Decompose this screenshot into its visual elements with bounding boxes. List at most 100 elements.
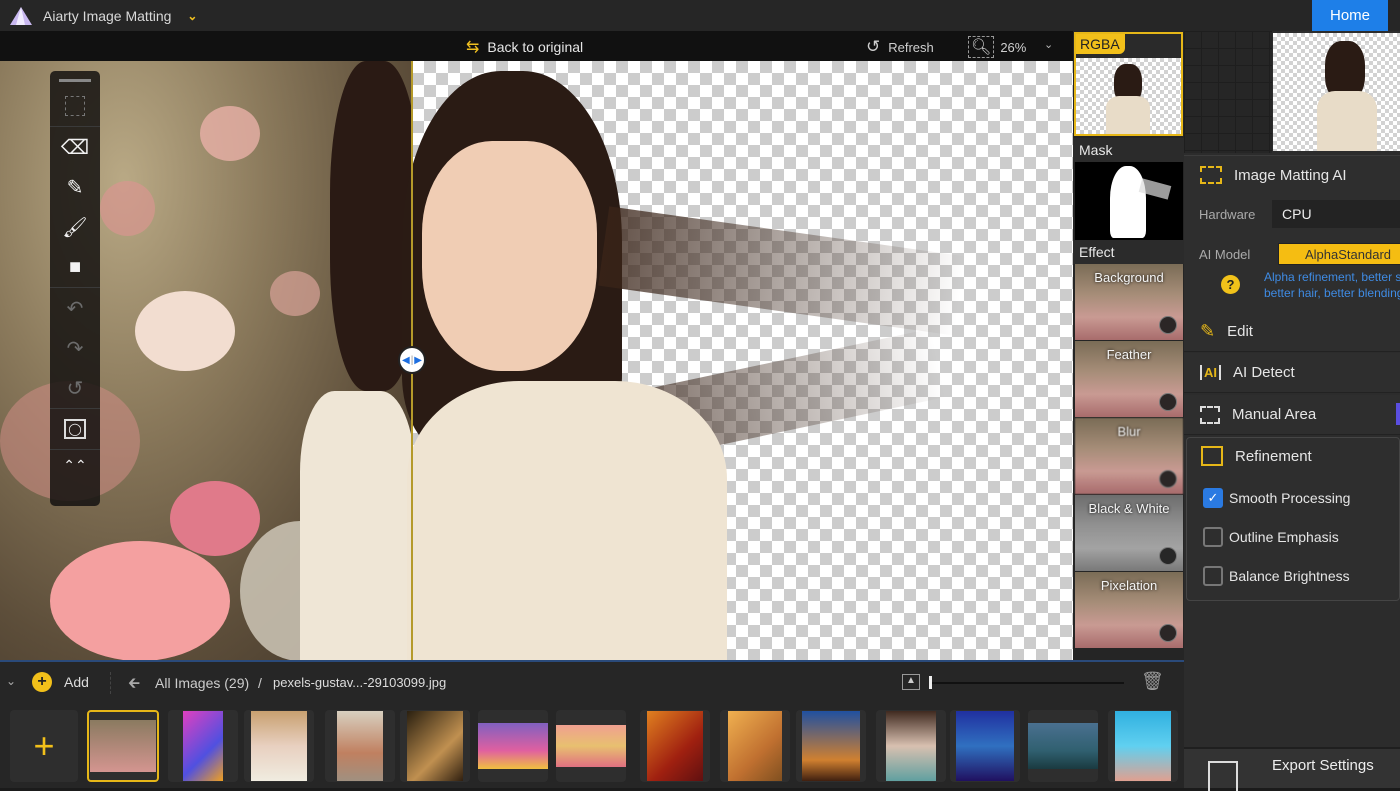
home-button[interactable]: Home xyxy=(1312,0,1388,31)
export-icon xyxy=(1208,761,1238,791)
reset-tool[interactable]: ↺ xyxy=(50,368,100,408)
mask-label: Mask xyxy=(1073,138,1184,162)
double-chevron-up-icon: ⌃⌃ xyxy=(63,456,87,473)
undo-tool[interactable]: ↶ xyxy=(50,288,100,328)
zoom-control[interactable]: 🔍︎ 26% xyxy=(968,36,1026,58)
swap-arrows-icon: ⇆ xyxy=(466,39,480,56)
slider-handle[interactable] xyxy=(929,676,932,689)
brush-icon: 🖌︎ xyxy=(62,216,88,239)
effect-pixelation[interactable]: Pixelation xyxy=(1075,572,1183,648)
effect-black-white[interactable]: Black & White xyxy=(1075,495,1183,571)
hardware-label: Hardware xyxy=(1199,207,1256,222)
image-thumbnail[interactable] xyxy=(950,710,1020,782)
zoom-dropdown-chevron-icon[interactable]: ⌄ xyxy=(1044,38,1053,51)
settings-panel: Image Matting AI Hardware CPU AI Model A… xyxy=(1184,31,1400,791)
effect-label: Effect xyxy=(1073,240,1184,264)
edit-tools-panel: ⌫ ✎ 🖌︎ ■ ↶ ↷ ↺ ◯ ⌃⌃ xyxy=(50,71,100,506)
rgba-output[interactable]: RGBA xyxy=(1074,32,1183,136)
effect-toggle-icon[interactable] xyxy=(1159,470,1177,488)
outline-emphasis-option[interactable]: Outline Emphasis xyxy=(1203,527,1339,547)
effect-toggle-icon[interactable] xyxy=(1159,624,1177,642)
add-images-button[interactable]: + Add xyxy=(32,672,89,692)
effect-toggle-icon[interactable] xyxy=(1159,547,1177,565)
image-canvas[interactable]: ◀ | ▶ ⌫ ✎ 🖌︎ ■ ↶ ↷ ↺ ◯ ⌃⌃ xyxy=(0,61,1073,660)
ai-model-description: Alpha refinement, better s better hair, … xyxy=(1264,270,1400,300)
edit-menu-item[interactable]: ✎ Edit xyxy=(1184,312,1400,352)
roller-tool[interactable]: ■ xyxy=(50,247,100,287)
breadcrumb-separator: / xyxy=(258,675,262,691)
image-thumbnail[interactable] xyxy=(325,710,395,782)
ai-model-select[interactable]: AlphaStandard xyxy=(1278,243,1400,265)
pen-brush-tool[interactable]: ✎ xyxy=(50,167,100,207)
ai-model-label: AI Model xyxy=(1199,247,1251,262)
redo-icon: ↷ xyxy=(66,337,84,360)
divider xyxy=(110,672,111,694)
eraser-tool[interactable]: ⌫ xyxy=(50,127,100,167)
image-thumbnail[interactable] xyxy=(640,710,710,782)
effect-blur[interactable]: Blur xyxy=(1075,418,1183,494)
balance-brightness-option[interactable]: Balance Brightness xyxy=(1203,566,1350,586)
chevron-down-icon[interactable]: ⌄ xyxy=(187,9,197,23)
collapse-tool[interactable]: ⌃⌃ xyxy=(50,450,100,480)
back-arrow-icon[interactable]: 🡰 xyxy=(128,673,140,698)
ai-detect-menu-item[interactable]: AI AI Detect xyxy=(1184,353,1400,393)
hardware-select[interactable]: CPU xyxy=(1272,200,1400,228)
canvas-toolbar: ⇆ Back to original ↺ Refresh 🔍︎ 26% ⌄ xyxy=(0,31,1073,61)
refinement-icon xyxy=(1201,446,1223,466)
image-thumbnail[interactable] xyxy=(168,710,238,782)
image-thumbnail[interactable] xyxy=(478,710,548,782)
image-thumbnail-selected[interactable] xyxy=(87,710,159,782)
manual-area-menu-item[interactable]: Manual Area xyxy=(1184,395,1400,435)
export-settings-label: Export Settings xyxy=(1272,757,1374,774)
preview-background-grid xyxy=(1184,31,1272,153)
mask-view-tool[interactable]: ◯ xyxy=(50,409,100,449)
refinement-section: Refinement ✓ Smooth Processing Outline E… xyxy=(1186,437,1400,601)
smooth-processing-checkbox[interactable]: ✓ xyxy=(1203,488,1223,508)
export-settings-button[interactable]: Export Settings xyxy=(1184,747,1400,791)
matted-image-view xyxy=(402,61,1073,660)
rgba-badge: RGBA xyxy=(1076,34,1125,54)
balance-brightness-checkbox[interactable] xyxy=(1203,566,1223,586)
compare-slider-handle[interactable]: ◀ | ▶ xyxy=(398,346,426,374)
image-thumbnail[interactable] xyxy=(244,710,314,782)
image-matting-ai-title: Image Matting AI xyxy=(1234,166,1347,184)
image-thumbnail[interactable] xyxy=(556,710,626,782)
outline-emphasis-checkbox[interactable] xyxy=(1203,527,1223,547)
effect-background[interactable]: Background xyxy=(1075,264,1183,340)
image-thumbnail[interactable] xyxy=(1028,710,1098,782)
mask-thumbnail[interactable] xyxy=(1075,162,1183,240)
title-bar: Aiarty Image Matting ⌄ Home xyxy=(0,0,1400,31)
collapse-chevron-icon[interactable]: ⌄ xyxy=(6,674,16,688)
arrow-right-icon: ▶ xyxy=(414,354,422,366)
effect-toggle-icon[interactable] xyxy=(1159,316,1177,334)
breadcrumb-all-images[interactable]: All Images (29) xyxy=(155,675,249,691)
refresh-icon: ↺ xyxy=(866,37,881,56)
effect-toggle-icon[interactable] xyxy=(1159,393,1177,411)
image-thumbnail[interactable] xyxy=(720,710,790,782)
image-thumbnail[interactable] xyxy=(796,710,866,782)
back-to-original-button[interactable]: ⇆ Back to original xyxy=(466,37,583,57)
redo-tool[interactable]: ↷ xyxy=(50,328,100,368)
image-thumbnail[interactable] xyxy=(876,710,946,782)
zoom-magnifier-icon: 🔍︎ xyxy=(968,36,995,58)
add-image-tile[interactable]: + xyxy=(10,710,78,782)
crop-select-tool[interactable] xyxy=(50,86,100,126)
paint-brush-tool[interactable]: 🖌︎ xyxy=(50,207,100,247)
image-thumbnail[interactable] xyxy=(400,710,470,782)
breadcrumb-file: pexels-gustav...-29103099.jpg xyxy=(273,675,447,690)
add-circle-icon: + xyxy=(32,672,52,692)
drag-handle[interactable] xyxy=(59,79,91,82)
trash-icon[interactable]: 🗑︎ xyxy=(1141,671,1164,692)
image-thumbnail[interactable] xyxy=(1108,710,1178,782)
paint-roller-icon: ■ xyxy=(68,255,82,278)
pen-icon: ✎ xyxy=(66,176,84,199)
refresh-button[interactable]: ↺ Refresh xyxy=(866,37,934,57)
thumbnail-size-slider[interactable] xyxy=(929,676,1124,689)
zoom-level: 26% xyxy=(1000,39,1027,55)
help-icon[interactable]: ? xyxy=(1221,275,1240,294)
undo-icon: ↶ xyxy=(66,297,84,320)
effect-feather[interactable]: Feather xyxy=(1075,341,1183,417)
image-frame-icon xyxy=(1200,166,1222,184)
mask-frame-icon: ◯ xyxy=(64,419,86,439)
smooth-processing-option[interactable]: ✓ Smooth Processing xyxy=(1203,488,1350,508)
